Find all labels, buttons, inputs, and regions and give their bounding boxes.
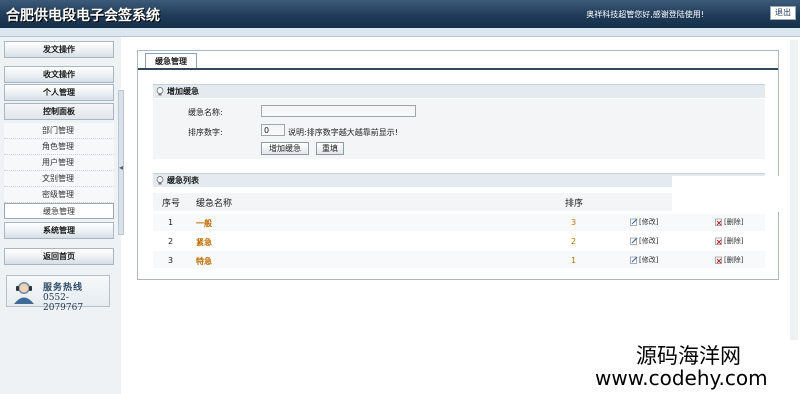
edit-icon: [630, 218, 638, 226]
menu-system[interactable]: 系统管理: [4, 222, 114, 239]
delete-icon: [715, 218, 722, 226]
support-agent-icon: [14, 282, 34, 304]
main-panel: 缓急管理 增加缓急 缓急名称: 排序数字: 说明:排序数字越大越靠前显示! 增加…: [137, 50, 779, 280]
sidebar-item-doctype[interactable]: 文别管理: [4, 171, 114, 187]
sidebar-item-security-level[interactable]: 密级管理: [4, 187, 114, 203]
sidebar-item-urgency[interactable]: 缓急管理: [4, 203, 114, 219]
watermark-url: www.codehy.com: [595, 366, 768, 390]
edit-label: [修改]: [639, 256, 659, 264]
edit-label: [修改]: [639, 237, 659, 245]
row-name: 紧急: [196, 238, 212, 247]
delete-link[interactable]: [删除]: [715, 255, 743, 265]
order-hint: 说明:排序数字越大越靠前显示!: [288, 128, 398, 137]
edit-label: [修改]: [639, 218, 659, 226]
row-index: 1: [168, 218, 174, 227]
app-title: 合肥供电段电子会签系统: [6, 8, 160, 24]
menu-receive[interactable]: 收文操作: [4, 66, 114, 83]
delete-link[interactable]: [删除]: [715, 217, 743, 227]
collapse-arrow-icon[interactable]: ◂: [119, 163, 123, 172]
welcome-text: 奥祥科技超管您好,感谢登陆使用!: [586, 10, 704, 19]
table-row: [153, 251, 765, 268]
row-index: 2: [168, 237, 174, 246]
row-order: 1: [571, 256, 577, 265]
edit-icon: [630, 237, 638, 245]
reset-button[interactable]: 重填: [316, 142, 344, 155]
menu-send[interactable]: 发文操作: [4, 41, 114, 58]
col-order: 排序: [565, 199, 584, 209]
bulb-icon: [156, 176, 164, 185]
add-urgency-button[interactable]: 增加缓急: [261, 142, 309, 155]
control-submenu: 部门管理 角色管理 用户管理 文别管理 密级管理 缓急管理: [4, 123, 114, 219]
edit-link[interactable]: [修改]: [630, 217, 658, 227]
row-name: 一般: [196, 219, 212, 228]
menu-personal[interactable]: 个人管理: [4, 84, 114, 101]
col-name: 缓急名称: [196, 199, 233, 209]
sidebar: 发文操作 收文操作 个人管理 控制面板 部门管理 角色管理 用户管理 文别管理 …: [0, 37, 121, 394]
menu-home[interactable]: 返回首页: [4, 248, 114, 265]
header-strip: [0, 28, 800, 37]
logout-button[interactable]: 退出: [770, 6, 796, 20]
tab-underline: [138, 68, 778, 70]
row-name: 特急: [196, 257, 212, 266]
delete-icon: [715, 237, 722, 245]
delete-icon: [715, 256, 722, 264]
page-scrollbar[interactable]: [790, 40, 798, 340]
bulb-icon: [156, 87, 164, 96]
delete-label: [删除]: [724, 256, 744, 264]
sidebar-item-user[interactable]: 用户管理: [4, 155, 114, 171]
delete-link[interactable]: [删除]: [715, 236, 743, 246]
edit-icon: [630, 256, 638, 264]
blank-patch: [672, 176, 782, 212]
order-number-input[interactable]: [261, 124, 285, 136]
urgency-name-input[interactable]: [261, 105, 416, 117]
row-order: 3: [571, 218, 577, 227]
sidebar-item-department[interactable]: 部门管理: [4, 123, 114, 139]
urgency-name-label: 缓急名称:: [188, 108, 223, 117]
hotline-title: 服务热线: [43, 283, 84, 293]
add-section-title: 增加缓急: [167, 87, 199, 96]
edit-link[interactable]: [修改]: [630, 236, 658, 246]
row-index: 3: [168, 256, 174, 265]
tab-urgency-management[interactable]: 缓急管理: [145, 53, 197, 69]
sidebar-item-role[interactable]: 角色管理: [4, 139, 114, 155]
hotline-phone: 0552-2079767: [43, 293, 84, 313]
top-header: 合肥供电段电子会签系统 奥祥科技超管您好,感谢登陆使用! 退出: [0, 0, 800, 28]
col-index: 序号: [162, 199, 181, 209]
delete-label: [删除]: [724, 237, 744, 245]
delete-label: [删除]: [724, 218, 744, 226]
table-row: [153, 214, 765, 231]
list-section-title: 缓急列表: [167, 176, 199, 185]
row-order: 2: [571, 237, 577, 246]
add-section-header: 增加缓急: [153, 84, 765, 98]
order-number-label: 排序数字:: [188, 128, 223, 137]
add-form-area: [153, 99, 765, 159]
edit-link[interactable]: [修改]: [630, 255, 658, 265]
service-hotline: 服务热线 0552-2079767: [6, 275, 110, 313]
menu-control-panel[interactable]: 控制面板: [4, 103, 114, 120]
